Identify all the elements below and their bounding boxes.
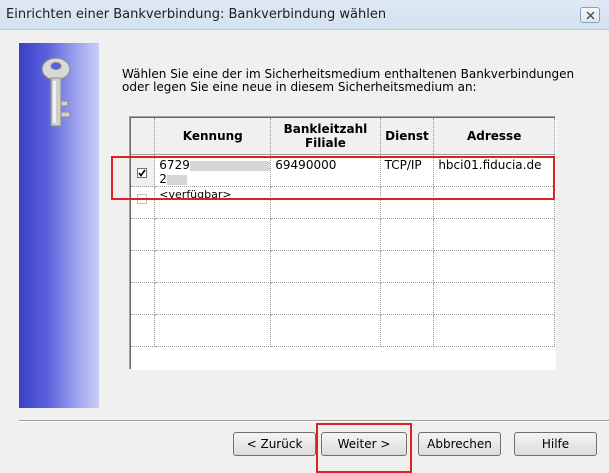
bank-connection-table: Kennung Bankleitzahl Filiale Dienst Adre… [131,118,555,347]
header-kennung[interactable]: Kennung [154,118,272,155]
highlight-box-selected-row [111,156,555,200]
highlight-box-next-button [316,423,412,473]
back-button[interactable]: < Zurück [233,432,316,456]
title-bar: Einrichten einer Bankverbindung: Bankver… [0,0,609,30]
wizard-side-panel [19,43,99,408]
button-separator [19,420,609,422]
table-row[interactable] [131,250,555,283]
header-bankleitzahl[interactable]: Bankleitzahl Filiale [270,118,381,155]
table-row[interactable] [131,282,555,315]
header-blz-line1: Bankleitzahl [283,122,368,136]
close-icon [586,11,595,20]
row-select-cell[interactable] [131,314,156,347]
instructions: Wählen Sie eine der im Sicherheitsmedium… [122,68,582,94]
row-select-cell[interactable] [131,282,156,315]
row-select-cell[interactable] [131,218,156,251]
table-row[interactable] [131,314,555,347]
table-header-row: Kennung Bankleitzahl Filiale Dienst Adre… [131,118,555,155]
key-icon [41,57,71,127]
header-dienst[interactable]: Dienst [380,118,435,155]
header-adresse[interactable]: Adresse [433,118,555,155]
table-row[interactable] [131,218,555,251]
instruction-line-2: oder legen Sie eine neue in diesem Siche… [122,80,477,94]
cancel-button[interactable]: Abbrechen [418,432,501,456]
row-select-cell[interactable] [131,250,156,283]
window-title: Einrichten einer Bankverbindung: Bankver… [6,7,387,22]
help-button[interactable]: Hilfe [514,432,597,456]
bank-connection-grid[interactable]: Kennung Bankleitzahl Filiale Dienst Adre… [129,116,556,370]
header-select [131,118,156,155]
close-button[interactable] [580,7,600,23]
header-blz-line2: Filiale [304,136,346,150]
